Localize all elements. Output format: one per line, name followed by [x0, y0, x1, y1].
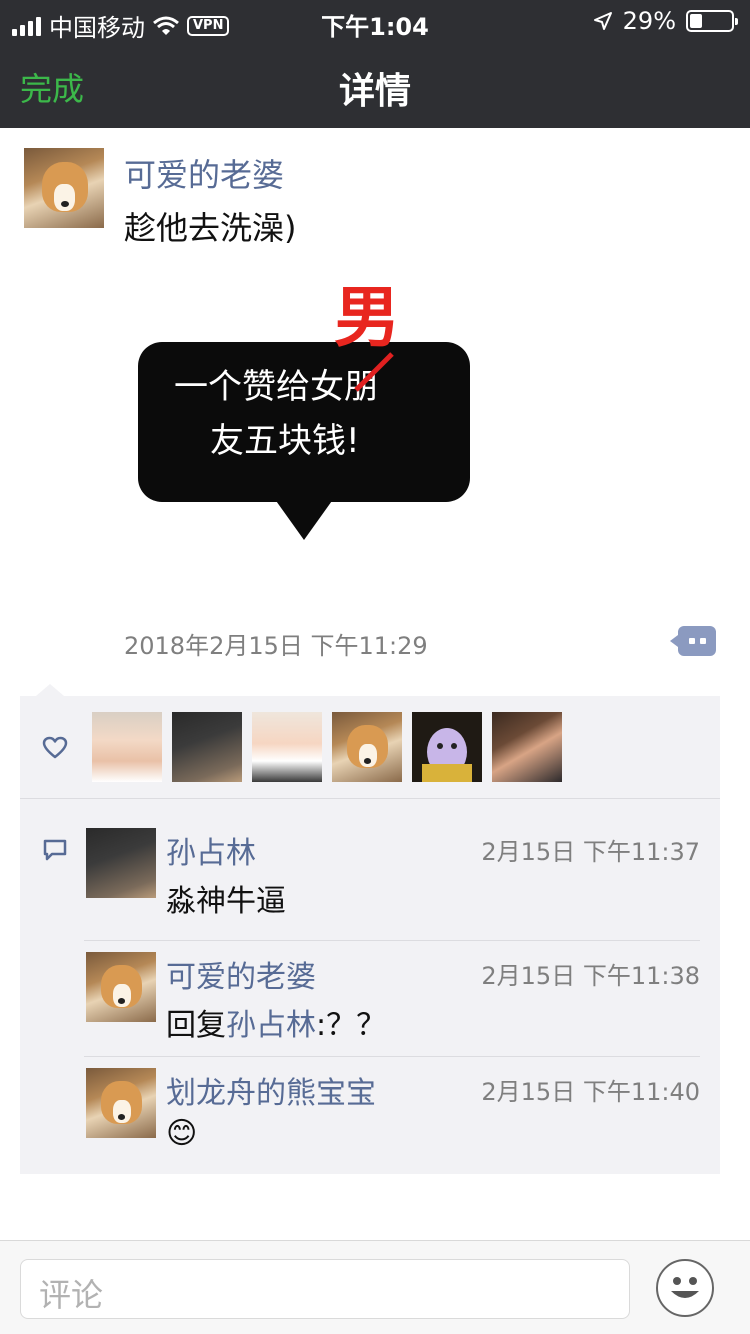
heart-icon [42, 736, 68, 759]
battery-icon [686, 10, 738, 32]
like-avatar[interactable] [252, 712, 322, 782]
comment-avatar[interactable] [86, 1068, 156, 1138]
sticker-line2: 友五块钱! [210, 421, 360, 461]
comment-separator [84, 1056, 700, 1057]
comment-item[interactable]: 可爱的老婆 2月15日 下午11:38 回复孙占林:？？ [86, 952, 700, 1043]
like-avatar[interactable] [492, 712, 562, 782]
comment-author[interactable]: 可爱的老婆 [166, 952, 316, 996]
comment-author[interactable]: 划龙舟的熊宝宝 [166, 1068, 376, 1112]
more-actions-button[interactable] [670, 626, 716, 656]
comment-avatar[interactable] [86, 952, 156, 1022]
navigation-bar: 完成 详情 [0, 40, 750, 128]
like-avatar[interactable] [412, 712, 482, 782]
comment-separator [84, 940, 700, 941]
comment-icon [43, 839, 67, 861]
comment-item[interactable]: 划龙舟的熊宝宝 2月15日 下午11:40 😊 [86, 1068, 700, 1151]
likes-comments-panel: 孙占林 2月15日 下午11:37 淼神牛逼 可爱的老婆 2月15日 下午11:… [20, 696, 720, 1174]
post-timestamp: 2018年2月15日 下午11:29 [124, 632, 428, 660]
status-bar: 中国移动 VPN 下午1:04 29% [0, 0, 750, 42]
comment-item[interactable]: 孙占林 2月15日 下午11:37 淼神牛逼 [86, 828, 700, 919]
comment-text: 淼神牛逼 [166, 884, 286, 919]
comment-input-bar: 评论 [0, 1240, 750, 1334]
post-text: 趁他去洗澡) [124, 209, 297, 247]
comment-time: 2月15日 下午11:37 [481, 838, 700, 866]
battery-percent: 29% [622, 7, 676, 35]
likes-divider [20, 798, 720, 799]
page-title: 详情 [338, 71, 411, 112]
comment-time: 2月15日 下午11:40 [481, 1078, 700, 1106]
post-author-name[interactable]: 可爱的老婆 [124, 150, 284, 196]
smiley-icon [671, 1277, 699, 1298]
panel-pointer [36, 684, 64, 696]
like-avatar[interactable] [172, 712, 242, 782]
reply-prefix: 回复 [166, 1008, 226, 1043]
like-avatar[interactable] [332, 712, 402, 782]
comment-avatar[interactable] [86, 828, 156, 898]
emoji-button[interactable] [656, 1259, 714, 1317]
status-right: 29% [593, 7, 738, 35]
sticker-line1: 一个赞给女朋 [174, 367, 378, 407]
reply-body: :？？ [316, 1008, 387, 1043]
location-arrow-icon [593, 12, 612, 30]
post-author-avatar[interactable] [24, 148, 104, 228]
comment-text: 😊 [166, 1116, 198, 1151]
comment-input[interactable]: 评论 [20, 1259, 630, 1319]
like-avatar[interactable] [92, 712, 162, 782]
comment-text: 回复孙占林:？？ [166, 1000, 386, 1044]
sticker-correction: 男 [334, 279, 400, 356]
post-sticker-image[interactable]: 一个赞给女朋 友五块钱! 男 [124, 258, 484, 558]
likes-avatar-list [92, 712, 562, 782]
comment-time: 2月15日 下午11:38 [481, 962, 700, 990]
comment-author[interactable]: 孙占林 [166, 828, 256, 872]
reply-to-name[interactable]: 孙占林 [226, 1008, 316, 1043]
